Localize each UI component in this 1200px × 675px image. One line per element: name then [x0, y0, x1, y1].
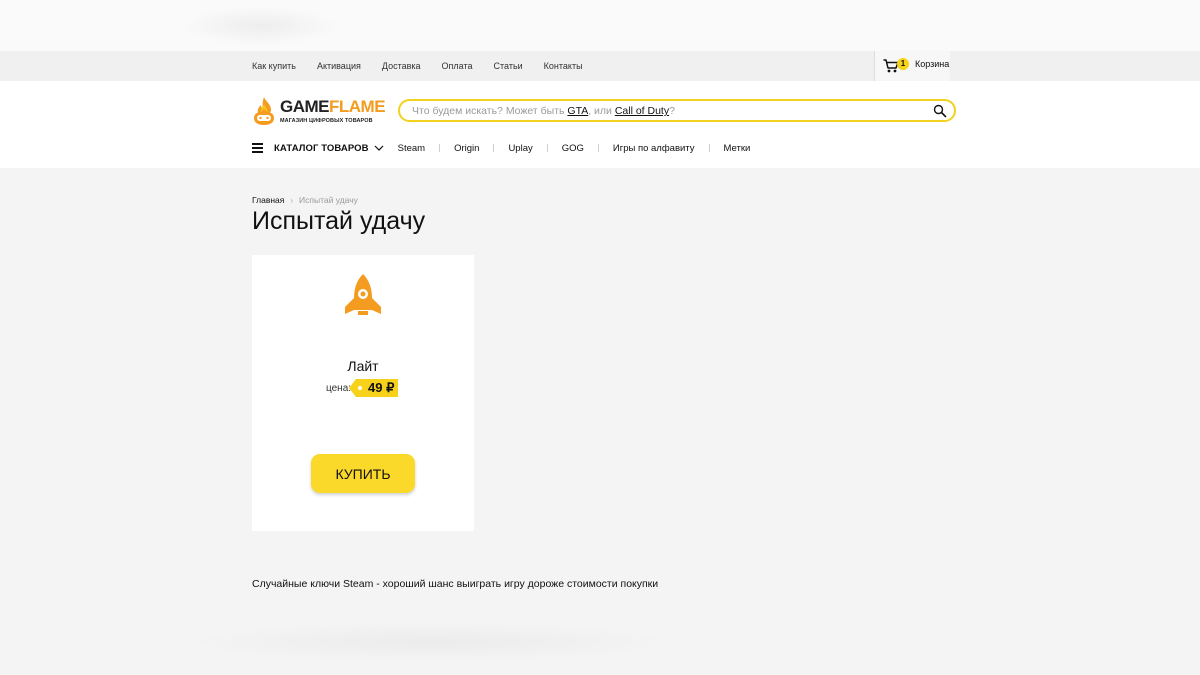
nav-how-to-buy[interactable]: Как купить: [252, 61, 296, 71]
top-blur-area: [0, 0, 1200, 51]
breadcrumb-current: Испытай удачу: [299, 195, 358, 205]
logo-subtitle: МАГАЗИН ЦИФРОВЫХ ТОВАРОВ: [280, 118, 373, 124]
product-name: Лайт: [347, 358, 379, 374]
site-logo[interactable]: GAMEFLAME МАГАЗИН ЦИФРОВЫХ ТОВАРОВ: [252, 96, 386, 128]
product-card: Лайт цена: 49 ₽ КУПИТЬ: [252, 255, 474, 531]
breadcrumb: Главная › Испытай удачу: [252, 195, 358, 205]
page-description: Случайные ключи Steam - хороший шанс выи…: [252, 578, 659, 590]
chevron-down-icon[interactable]: [374, 143, 384, 153]
nav-origin[interactable]: Origin: [454, 143, 479, 154]
nav-delivery[interactable]: Доставка: [382, 61, 421, 71]
nav-uplay[interactable]: Uplay: [508, 143, 532, 154]
bottom-blur-area: [180, 622, 680, 662]
nav-activation[interactable]: Активация: [317, 61, 361, 71]
site-header: GAMEFLAME МАГАЗИН ЦИФРОВЫХ ТОВАРОВ Что б…: [0, 81, 1200, 168]
buy-button[interactable]: КУПИТЬ: [311, 454, 415, 493]
nav-steam[interactable]: Steam: [398, 143, 425, 154]
nav-payment[interactable]: Оплата: [442, 61, 473, 71]
nav-gog[interactable]: GOG: [562, 143, 584, 154]
cart-count-badge: 1: [897, 58, 909, 70]
search-placeholder: Что будем искать? Может быть GTA, или Ca…: [412, 105, 675, 117]
nav-divider: [546, 144, 548, 152]
nav-games-alphabet[interactable]: Игры по алфавиту: [613, 143, 695, 154]
category-nav: КАТАЛОГ ТОВАРОВ Steam Origin Uplay GOG И…: [252, 141, 750, 155]
search-hint-call-of-duty[interactable]: Call of Duty: [615, 105, 669, 117]
rocket-icon: [345, 274, 381, 317]
flame-logo-icon: [254, 97, 274, 125]
nav-divider: [493, 144, 495, 152]
search-icon[interactable]: [932, 103, 948, 119]
top-bar: Как купить Активация Доставка Оплата Ста…: [0, 51, 1200, 81]
nav-divider: [439, 144, 441, 152]
price-tag: 49 ₽: [348, 379, 399, 397]
breadcrumb-home[interactable]: Главная: [252, 195, 284, 205]
nav-divider: [597, 144, 599, 152]
nav-divider: [708, 144, 710, 152]
breadcrumb-separator-icon: ›: [290, 195, 294, 205]
nav-tags[interactable]: Метки: [724, 143, 751, 154]
nav-articles[interactable]: Статьи: [494, 61, 523, 71]
search-hint-gta[interactable]: GTA: [567, 105, 588, 117]
search-input[interactable]: Что будем искать? Может быть GTA, или Ca…: [398, 99, 956, 122]
logo-title: GAMEFLAME: [280, 97, 386, 116]
top-nav: Как купить Активация Доставка Оплата Ста…: [252, 51, 604, 81]
price-row: цена: 49 ₽: [326, 379, 399, 397]
nav-contacts[interactable]: Контакты: [544, 61, 583, 71]
menu-icon[interactable]: [252, 143, 263, 153]
price-label: цена:: [326, 382, 352, 394]
page-title: Испытай удачу: [252, 207, 426, 235]
cart-label[interactable]: Корзина: [915, 59, 949, 69]
catalog-menu-button[interactable]: КАТАЛОГ ТОВАРОВ: [274, 143, 369, 154]
